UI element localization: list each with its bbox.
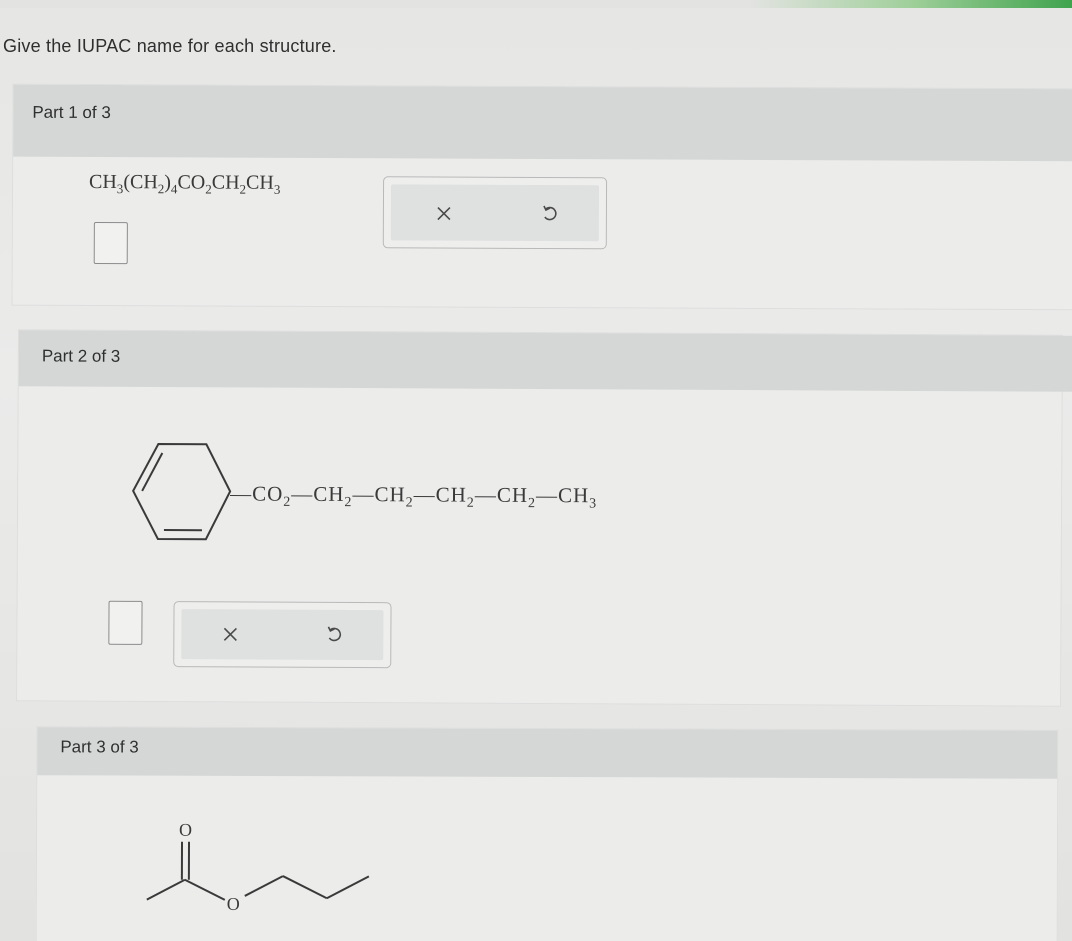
undo-icon — [543, 205, 557, 221]
question-prompt: Give the IUPAC name for each structure. — [3, 36, 337, 56]
part-1-tool-inner — [390, 184, 600, 242]
part-2-label: Part 2 of 3 — [41, 346, 121, 366]
ester-skeletal-structure: O O — [146, 820, 370, 914]
part-2-ester-chain: —CO2—CH2—CH2—CH2—CH2—CH3 — [230, 481, 598, 512]
part-2-clear-button[interactable] — [216, 620, 244, 648]
part-3-panel: Part 3 of 3 O O — [35, 726, 1059, 941]
ester-oxygen-label: O — [227, 894, 240, 914]
part-1-label: Part 1 of 3 — [32, 102, 111, 123]
part-1-panel: Part 1 of 3 CH3(CH2)4CO2CH2CH3 — [11, 83, 1072, 311]
part-1-header: Part 1 of 3 — [13, 84, 1072, 162]
part-3-header: Part 3 of 3 — [37, 727, 1058, 779]
part-1-clear-button[interactable] — [430, 199, 458, 227]
part-2-tool-inner — [181, 609, 384, 661]
progress-bar-top — [0, 0, 1072, 8]
part-1-answer-input[interactable] — [93, 222, 128, 265]
carbonyl-oxygen-label: O — [179, 820, 192, 840]
close-icon — [437, 206, 451, 221]
close-icon — [223, 627, 237, 641]
cyclohexene-ring-icon — [132, 443, 232, 541]
part-2-answer-input[interactable] — [108, 600, 143, 645]
part-3-label: Part 3 of 3 — [60, 737, 139, 757]
part-2-tool-panel — [173, 601, 392, 669]
undo-icon — [327, 626, 342, 642]
part-2-header: Part 2 of 3 — [18, 330, 1072, 392]
part-1-undo-button[interactable] — [536, 200, 564, 228]
part-2-panel: Part 2 of 3 —CO2—CH2—CH2—CH2—CH2—CH3 — [16, 329, 1072, 707]
part-2-undo-button[interactable] — [320, 621, 348, 649]
part-1-tool-panel — [382, 176, 608, 250]
part-1-formula: CH3(CH2)4CO2CH2CH3 — [89, 171, 281, 197]
page: Give the IUPAC name for each structure. … — [0, 0, 1072, 941]
